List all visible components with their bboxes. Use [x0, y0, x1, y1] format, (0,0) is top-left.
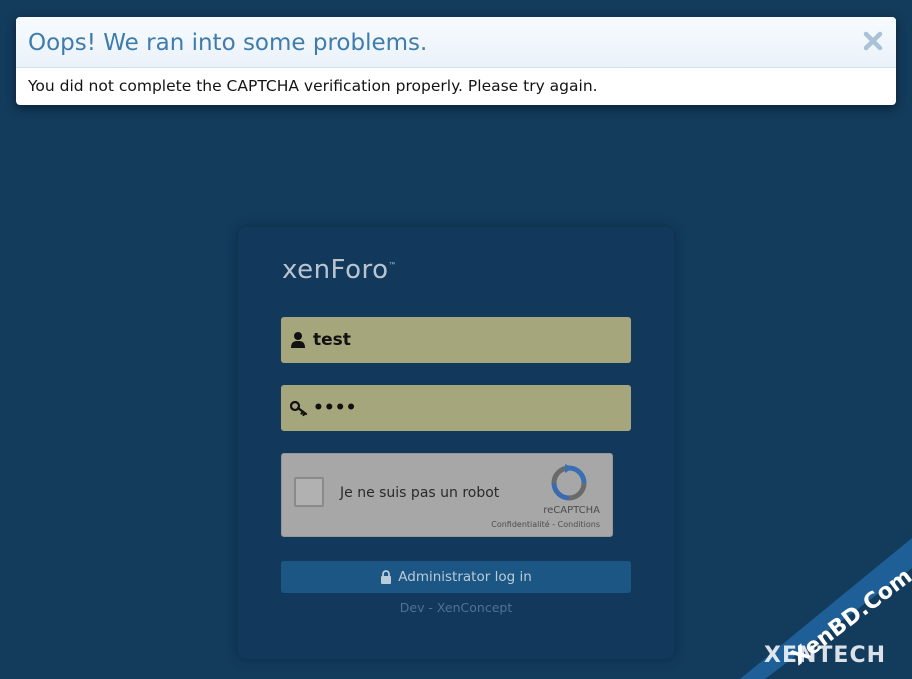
privacy-link[interactable]: Confidentialité: [491, 520, 549, 529]
terms-link[interactable]: Conditions: [558, 520, 600, 529]
lock-icon: [381, 570, 392, 584]
error-message: You did not complete the CAPTCHA verific…: [28, 77, 598, 95]
username-field[interactable]: [281, 317, 631, 363]
admin-login-button[interactable]: Administrator log in: [281, 561, 631, 593]
username-input[interactable]: [313, 317, 623, 363]
logo-trademark: ™: [388, 261, 398, 270]
xenforo-logo: xenForo™: [282, 255, 397, 285]
login-panel: xenForo™ Je ne suis pas un robot: [238, 227, 674, 659]
error-overlay: Oops! We ran into some problems. You did…: [16, 17, 896, 105]
recaptcha-label: Je ne suis pas un robot: [340, 485, 500, 501]
footer-text: Dev - XenConcept: [399, 600, 513, 615]
recaptcha-widget: Je ne suis pas un robot reCAPTCHA Confid…: [281, 453, 613, 537]
password-input[interactable]: [313, 385, 623, 431]
logo-text: xenForo: [282, 255, 389, 285]
recaptcha-logo-icon: [550, 464, 588, 502]
watermark-text-diagonal: XenBD.Com: [787, 564, 912, 671]
watermark-text-bottom: XENTECH: [764, 643, 886, 668]
key-icon: [289, 399, 308, 417]
error-header: Oops! We ran into some problems.: [16, 17, 896, 68]
links-separator: -: [552, 520, 556, 529]
user-icon: [290, 331, 308, 349]
watermark: XenBD.Com XENTECH: [740, 538, 912, 679]
recaptcha-links: Confidentialité - Conditions: [491, 520, 600, 529]
password-field[interactable]: [281, 385, 631, 431]
admin-login-label: Administrator log in: [398, 569, 532, 585]
close-icon[interactable]: [862, 30, 884, 52]
recaptcha-checkbox[interactable]: [294, 477, 324, 507]
error-title: Oops! We ran into some problems.: [28, 30, 428, 56]
recaptcha-brand: reCAPTCHA: [543, 505, 600, 516]
